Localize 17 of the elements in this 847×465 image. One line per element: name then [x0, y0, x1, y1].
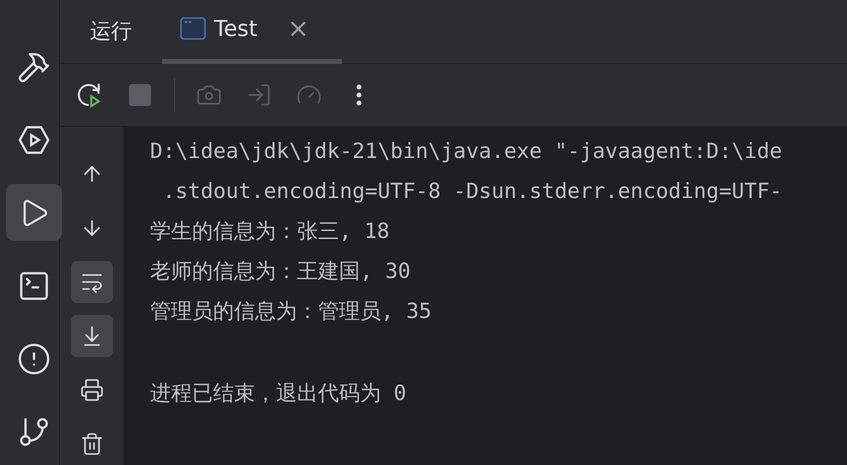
console-line: 进程已结束，退出代码为 0	[150, 380, 406, 407]
tool-window-title: 运行	[90, 18, 132, 45]
console-action-button[interactable]	[70, 261, 112, 303]
tab-label: Test	[214, 16, 258, 44]
close-button[interactable]: ×	[287, 16, 310, 42]
console-line: .stdout.encoding=UTF-8 -Dsun.stderr.encoding=UTF-	[162, 178, 782, 205]
run-tab[interactable]: Test ×	[162, 0, 342, 64]
tool-window-button[interactable]	[6, 184, 62, 241]
console-action-button[interactable]	[70, 315, 112, 357]
window-icon	[180, 17, 206, 41]
warning-icon	[16, 342, 50, 376]
console-line: D:\idea\jdk\jdk-21\bin\java.exe "-javaagent:D:\ide	[150, 138, 782, 165]
console-line: 学生的信息为：张三, 18	[150, 218, 390, 245]
console-line: 老师的信息为：王建国, 30	[150, 258, 411, 285]
console-line: 管理员的信息为：管理员, 35	[150, 298, 432, 325]
printer-icon	[80, 378, 104, 402]
trash-icon	[80, 432, 104, 456]
